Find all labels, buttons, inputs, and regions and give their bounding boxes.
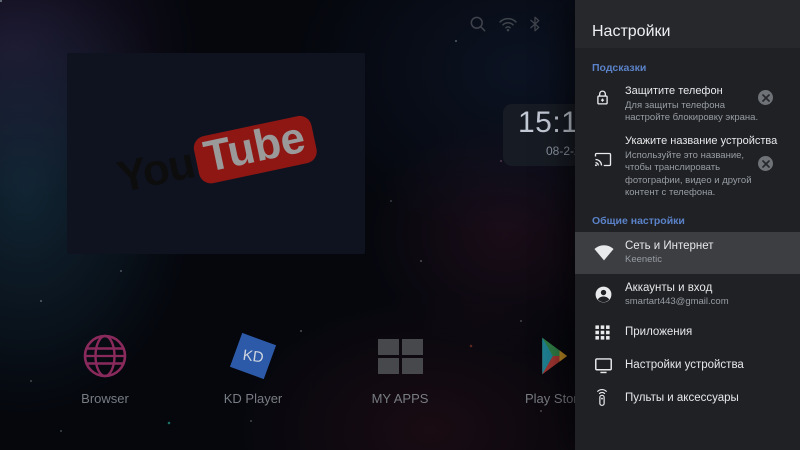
settings-row-apps[interactable]: Приложения: [575, 316, 800, 349]
dock-app-kd-player[interactable]: KD KD Player: [198, 330, 308, 406]
row-subtitle: smartart443@gmail.com: [625, 296, 729, 307]
windows-grid-icon: [378, 339, 423, 374]
wifi-icon: [594, 244, 625, 261]
status-bar: [0, 14, 575, 38]
row-title: Настройки устройства: [625, 359, 744, 371]
dock-app-label: Browser: [50, 391, 160, 406]
close-icon: [762, 94, 770, 102]
settings-panel-header: Настройки: [575, 0, 800, 48]
row-title: Приложения: [625, 326, 692, 338]
remote-icon: [594, 388, 625, 408]
dock-app-my-apps[interactable]: MY APPS: [345, 330, 455, 406]
settings-title: Настройки: [592, 23, 670, 41]
play-store-icon: [538, 336, 572, 376]
globe-icon: [82, 333, 128, 379]
dock-app-label: KD Player: [198, 391, 308, 406]
row-title: Пульты и аксессуары: [625, 392, 739, 404]
section-label-tips: Подсказки: [592, 62, 800, 74]
kd-diamond-icon: KD: [230, 333, 276, 379]
android-tv-home-screen: You Tube 15:18 08-2-2 Browser KD KD Play…: [0, 0, 800, 450]
apps-grid-icon: [594, 324, 625, 341]
row-subtitle: Keenetic: [625, 254, 714, 265]
account-icon: [594, 285, 625, 304]
settings-row-remotes[interactable]: Пульты и аксессуары: [575, 382, 800, 415]
settings-row-device-preferences[interactable]: Настройки устройства: [575, 349, 800, 382]
kd-badge: KD: [241, 346, 264, 366]
tip-body: Используйте это название, чтобы транслир…: [625, 150, 765, 199]
row-title: Аккаунты и вход: [625, 282, 729, 294]
tip-secure-phone[interactable]: Защитите телефон Для защиты телефона нас…: [575, 76, 800, 126]
youtube-logo-you: You: [113, 138, 199, 203]
cast-icon: [594, 152, 612, 167]
tip-title: Защитите телефон: [625, 85, 766, 97]
dock-app-label: MY APPS: [345, 391, 455, 406]
settings-panel: Настройки Подсказки Защитите телефон Для…: [575, 0, 800, 450]
wifi-icon: [498, 14, 518, 34]
settings-row-network[interactable]: Сеть и Интернет Keenetic: [575, 232, 800, 274]
settings-row-accounts[interactable]: Аккаунты и вход smartart443@gmail.com: [575, 274, 800, 316]
tip-body: Для защиты телефона настройте блокировку…: [625, 100, 765, 124]
dismiss-tip-button[interactable]: [758, 156, 773, 171]
dismiss-tip-button[interactable]: [758, 90, 773, 105]
starfield-wallpaper: [0, 0, 2, 2]
section-label-general: Общие настройки: [592, 215, 800, 227]
youtube-logo: You Tube: [113, 112, 319, 202]
youtube-logo-tube: Tube: [191, 113, 318, 185]
dock-app-browser[interactable]: Browser: [50, 330, 160, 406]
youtube-app-tile[interactable]: You Tube: [67, 53, 365, 254]
lock-icon: [594, 88, 611, 107]
display-icon: [594, 357, 625, 374]
row-title: Сеть и Интернет: [625, 240, 714, 252]
tip-title: Укажите название устройства: [625, 135, 766, 147]
tip-device-name[interactable]: Укажите название устройства Используйте …: [575, 126, 800, 201]
close-icon: [762, 160, 770, 168]
search-icon[interactable]: [468, 14, 488, 34]
bluetooth-icon: [526, 14, 544, 34]
